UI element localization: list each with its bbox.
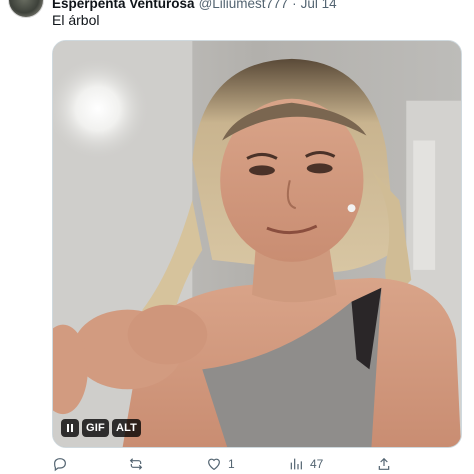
separator-dot: · (292, 0, 297, 11)
tweet-header: Esperpenta Venturosa @Liliumest777 · Jul… (52, 0, 337, 11)
tweet-text: El árbol (52, 12, 100, 28)
like-button[interactable]: 1 (206, 456, 235, 472)
like-count: 1 (228, 457, 235, 471)
reply-icon (54, 458, 66, 472)
heart-icon (208, 458, 220, 471)
tweet[interactable]: Esperpenta Venturosa @Liliumest777 · Jul… (0, 0, 474, 474)
gif-badge: GIF (82, 419, 109, 437)
views-chart-icon (290, 458, 302, 470)
reply-button[interactable] (52, 456, 74, 472)
alt-text-badge[interactable]: ALT (111, 419, 142, 437)
views-count: 47 (310, 457, 324, 471)
display-name[interactable]: Esperpenta Venturosa (52, 0, 195, 11)
views-button[interactable]: 47 (288, 456, 323, 472)
media-badges: GIF ALT (61, 419, 142, 437)
tweet-actions: 1 47 (52, 456, 452, 474)
user-handle[interactable]: @Liliumest777 (199, 0, 289, 11)
retweet-button[interactable] (128, 456, 150, 472)
gif-frame-image (53, 41, 461, 447)
avatar[interactable] (8, 0, 44, 18)
share-icon (378, 457, 390, 470)
tweet-date[interactable]: Jul 14 (301, 0, 337, 11)
pause-icon (67, 424, 73, 432)
gif-media[interactable]: GIF ALT (52, 40, 462, 448)
pause-button[interactable] (61, 419, 79, 437)
retweet-icon (129, 458, 143, 470)
share-button[interactable] (376, 456, 392, 472)
